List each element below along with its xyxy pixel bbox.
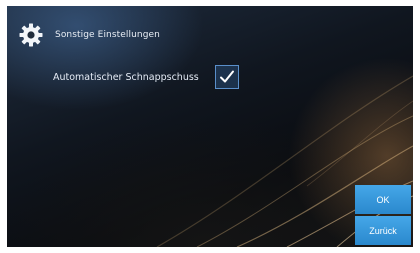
page-header: Sonstige Einstellungen: [19, 22, 160, 48]
page-title: Sonstige Einstellungen: [55, 30, 160, 40]
setting-row-auto-snapshot: Automatischer Schnappschuss: [53, 64, 239, 90]
checkmark-icon: [219, 70, 234, 83]
ok-button[interactable]: OK: [355, 185, 411, 214]
gear-icon: [19, 23, 43, 47]
setting-label: Automatischer Schnappschuss: [53, 71, 199, 83]
auto-snapshot-checkbox[interactable]: [214, 65, 239, 89]
settings-screen: Sonstige Einstellungen Automatischer Sch…: [7, 6, 413, 247]
back-button[interactable]: Zurück: [355, 216, 411, 245]
